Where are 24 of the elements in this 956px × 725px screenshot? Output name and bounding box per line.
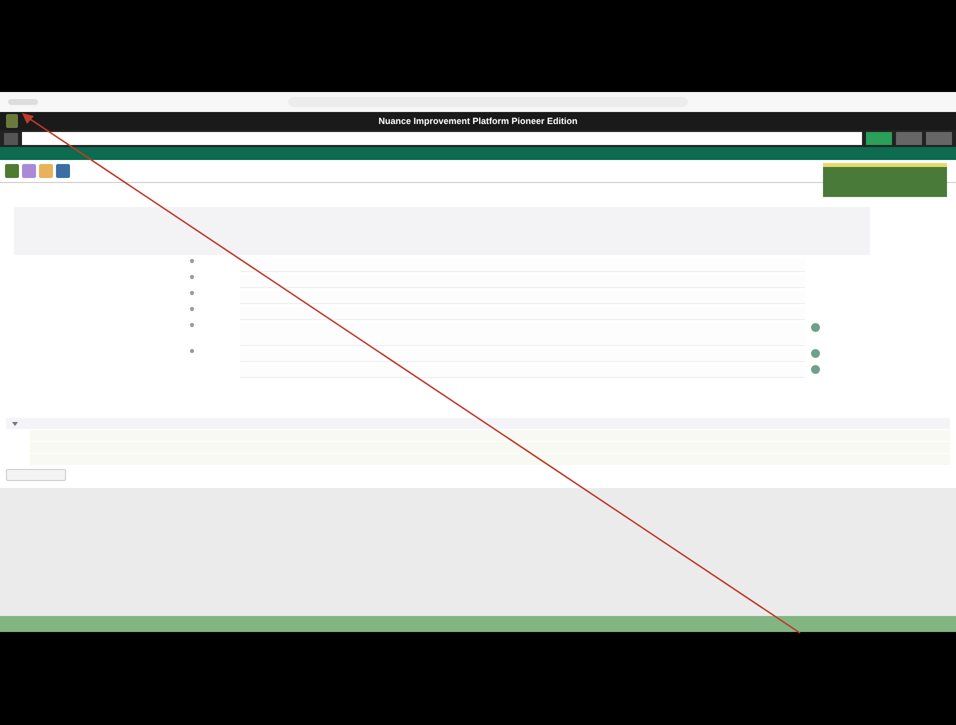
caret-icon[interactable] (12, 422, 18, 426)
help-icon[interactable] (811, 323, 820, 332)
tree-row[interactable] (30, 430, 950, 441)
required-icon (190, 291, 194, 295)
add-button[interactable] (6, 469, 66, 481)
menu-button[interactable] (4, 132, 18, 144)
toolbar-button[interactable] (926, 132, 952, 145)
toolbar-button[interactable] (5, 164, 19, 178)
search-field[interactable] (22, 132, 862, 145)
toolbar-button[interactable] (39, 164, 53, 178)
toolbar-button[interactable] (866, 132, 892, 145)
required-icon (190, 323, 194, 327)
required-icon (190, 307, 194, 311)
tree-row[interactable] (30, 442, 950, 453)
app-title: Nuance Improvement Platform Pioneer Edition (377, 116, 579, 126)
toolbar-button[interactable] (896, 132, 922, 145)
toolbar-button[interactable] (22, 164, 36, 178)
toolbar-button[interactable] (56, 164, 70, 178)
required-icon (190, 275, 194, 279)
tree-row[interactable] (30, 454, 950, 465)
logo-icon (6, 114, 18, 128)
window-controls-icon[interactable] (8, 99, 38, 105)
required-icon (190, 259, 194, 263)
required-icon (190, 349, 194, 353)
